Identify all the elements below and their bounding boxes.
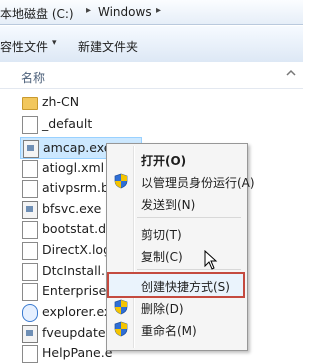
new-folder-button[interactable]: 新建文件夹 [78, 38, 138, 55]
exe-icon: exe-icon [22, 325, 38, 343]
file-name: _default [42, 116, 93, 131]
scroll-up-icon[interactable] [286, 68, 296, 78]
document-icon: document-icon [22, 345, 38, 363]
menu-item-run-as-admin[interactable]: 以管理员身份运行(A) [109, 170, 255, 192]
menu-item-send-to[interactable]: 发送到(N) [109, 192, 243, 214]
breadcrumb-folder[interactable]: Windows [98, 5, 152, 19]
exe-icon: exe-icon [22, 201, 38, 219]
file-name: DtcInstall.lo [42, 263, 117, 278]
uac-shield-icon [114, 173, 128, 189]
menu-item-cut[interactable]: 剪切(T) [109, 222, 243, 244]
menu-item-copy[interactable]: 复制(C) [109, 244, 243, 266]
menu-item-create-shortcut[interactable]: 创建快捷方式(S) [107, 272, 245, 298]
file-name: amcap.exe [43, 140, 112, 155]
document-icon: document-icon [22, 242, 38, 260]
file-name: bfsvc.exe [42, 201, 102, 216]
document-icon: document-icon [22, 160, 38, 178]
menu-item-label: 打开(O) [141, 154, 187, 168]
file-name: explorer.ex [42, 304, 112, 319]
folder-icon: folder-icon [22, 97, 38, 110]
menu-item-label: 复制(C) [141, 250, 183, 264]
file-name: DirectX.log [42, 242, 112, 257]
file-name: zh-CN [42, 94, 80, 109]
file-item[interactable]: document-icon _default [20, 114, 140, 134]
menu-item-open[interactable]: 打开(O) [109, 148, 243, 170]
menu-item-label: 发送到(N) [141, 198, 196, 212]
breadcrumb-root[interactable]: 本地磁盘 (C:) [0, 5, 74, 22]
address-bar[interactable]: 本地磁盘 (C:) ▸ Windows ▸ [0, 0, 303, 25]
menu-item-label: 以管理员身份运行(A) [141, 176, 255, 190]
menu-item-delete[interactable]: 删除(D) [109, 296, 243, 318]
toolbar: 容性文件 ▾ 新建文件夹 [0, 26, 303, 63]
menu-separator [137, 217, 241, 218]
chevron-down-icon[interactable]: ▾ [52, 38, 57, 48]
breadcrumb-chevron-icon[interactable]: ▸ [86, 5, 91, 16]
context-menu: 打开(O) 以管理员身份运行(A) 发送到(N) 剪切(T) 复制(C) 创建快捷方式(S… [106, 143, 255, 351]
menu-item-label: 删除(D) [141, 302, 184, 316]
file-name: atiogl.xml [42, 160, 105, 175]
explorer-icon: explorer-icon [22, 304, 38, 322]
menu-item-label: 剪切(T) [141, 228, 182, 242]
column-header-name[interactable]: 名称 [21, 69, 45, 86]
file-name: fveupdate. [42, 325, 110, 340]
document-icon: document-icon [22, 116, 38, 134]
file-name: HelpPane.e [42, 345, 113, 360]
document-icon: document-icon [22, 283, 38, 301]
file-name: bootstat.d [42, 221, 107, 236]
menu-item-label: 创建快捷方式(S) [141, 280, 230, 294]
document-icon: document-icon [22, 221, 38, 239]
menu-item-label: 重命名(M) [141, 324, 197, 338]
file-name: Enterprise. [42, 283, 111, 298]
file-item[interactable]: folder-icon zh-CN [20, 92, 140, 112]
document-icon: document-icon [22, 263, 38, 281]
menu-item-rename[interactable]: 重命名(M) [109, 318, 243, 340]
toolbar-compat-button[interactable]: 容性文件 [0, 38, 48, 55]
uac-shield-icon [114, 299, 128, 315]
uac-shield-icon [114, 321, 128, 337]
breadcrumb-chevron-icon[interactable]: ▸ [156, 5, 161, 16]
column-header[interactable]: 名称 [0, 62, 303, 89]
document-icon: document-icon [22, 180, 38, 198]
exe-icon: exe-icon [23, 140, 39, 158]
menu-separator [137, 269, 241, 270]
mouse-cursor-icon [204, 250, 218, 270]
file-name: ativpsrm.b [42, 180, 109, 195]
